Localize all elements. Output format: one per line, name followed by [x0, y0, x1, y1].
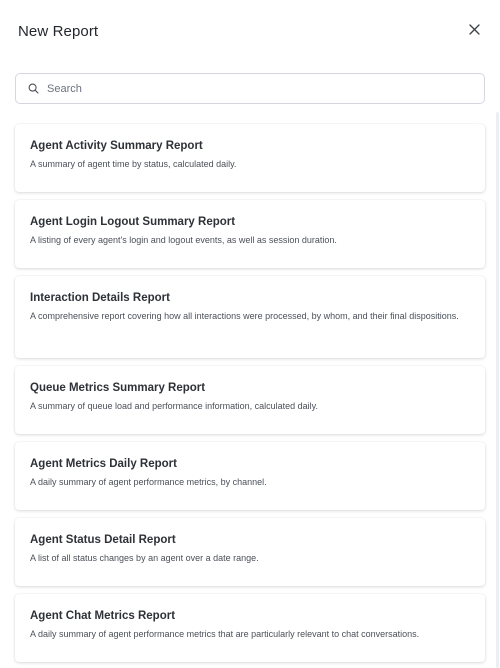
- report-card-agent-chat-metrics[interactable]: Agent Chat Metrics Report A daily summar…: [15, 594, 485, 662]
- report-card-agent-login-logout-summary[interactable]: Agent Login Logout Summary Report A list…: [15, 200, 485, 268]
- scrollbar-track[interactable]: [496, 112, 499, 668]
- report-description: A summary of queue load and performance …: [30, 401, 318, 411]
- search-box[interactable]: [15, 73, 485, 104]
- report-description: A daily summary of agent performance met…: [30, 629, 420, 639]
- report-title: Agent Login Logout Summary Report: [30, 216, 236, 228]
- report-title: Interaction Details Report: [30, 292, 170, 304]
- report-card-interaction-details[interactable]: Interaction Details Report A comprehensi…: [15, 276, 485, 358]
- report-description: A summary of agent time by status, calcu…: [30, 159, 237, 169]
- new-report-dialog: New Report Agent Activity Summary Report…: [0, 0, 500, 668]
- close-icon: [468, 22, 480, 40]
- report-title: Agent Chat Metrics Report: [30, 610, 176, 622]
- dialog-header: New Report: [18, 18, 482, 44]
- report-title: Agent Activity Summary Report: [30, 140, 203, 152]
- report-list: Agent Activity Summary Report A summary …: [15, 124, 485, 668]
- report-title: Agent Status Detail Report: [30, 534, 176, 546]
- report-card-agent-status-detail[interactable]: Agent Status Detail Report A list of all…: [15, 518, 485, 586]
- report-description: A listing of every agent's login and log…: [30, 235, 337, 245]
- report-description: A comprehensive report covering how all …: [30, 311, 459, 321]
- search-icon: [27, 83, 39, 95]
- report-title: Queue Metrics Summary Report: [30, 382, 206, 394]
- search-input[interactable]: [47, 82, 467, 95]
- report-title: Agent Metrics Daily Report: [30, 458, 177, 470]
- dialog-title: New Report: [18, 22, 99, 40]
- report-description: A list of all status changes by an agent…: [30, 553, 259, 563]
- report-card-queue-metrics-summary[interactable]: Queue Metrics Summary Report A summary o…: [15, 366, 485, 434]
- report-card-agent-activity-summary[interactable]: Agent Activity Summary Report A summary …: [15, 124, 485, 192]
- report-card-agent-metrics-daily[interactable]: Agent Metrics Daily Report A daily summa…: [15, 442, 485, 510]
- close-button[interactable]: [464, 21, 484, 41]
- report-description: A daily summary of agent performance met…: [30, 477, 267, 487]
